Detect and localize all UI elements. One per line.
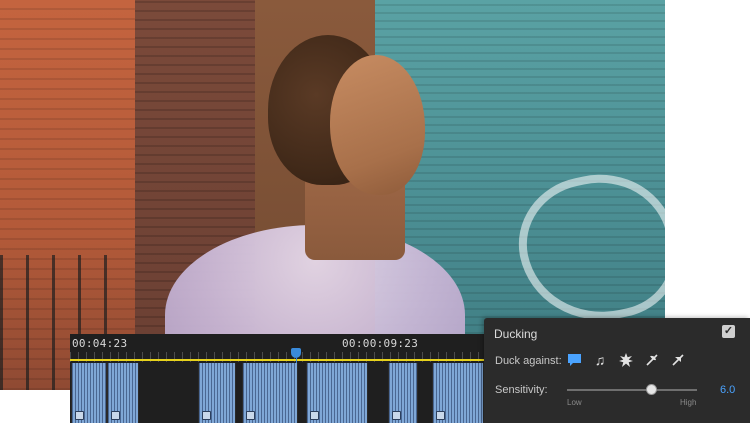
fx-badge-icon	[436, 411, 445, 420]
ducking-enable-checkbox[interactable]: ✓	[722, 325, 735, 338]
fx-badge-icon	[246, 411, 255, 420]
ambience-icon[interactable]	[643, 351, 661, 369]
audio-clip[interactable]	[198, 363, 236, 423]
audio-timeline[interactable]: 00:04:23 00:00:09:23	[70, 334, 484, 423]
sensitivity-high-label: High	[680, 398, 697, 407]
playhead-handle[interactable]	[291, 348, 301, 358]
sensitivity-slider-track[interactable]	[567, 389, 697, 391]
ducking-panel: Ducking ✓ Duck against: ♫ Sensitivity: 6…	[484, 318, 750, 423]
fx-badge-icon	[202, 411, 211, 420]
audio-clip[interactable]	[306, 363, 368, 423]
person-face	[330, 55, 425, 195]
sensitivity-label: Sensitivity:	[495, 384, 548, 396]
work-area-bar[interactable]	[70, 359, 484, 361]
duck-against-label: Duck against:	[495, 355, 562, 367]
fx-badge-icon	[111, 411, 120, 420]
fx-badge-icon	[75, 411, 84, 420]
audio-clip[interactable]	[107, 363, 139, 423]
sensitivity-value[interactable]: 6.0	[720, 384, 735, 396]
sensitivity-slider-thumb[interactable]	[646, 384, 657, 395]
music-icon[interactable]: ♫	[591, 351, 609, 369]
panel-title: Ducking	[494, 327, 538, 341]
fx-badge-icon	[310, 411, 319, 420]
audio-clip[interactable]	[71, 363, 107, 423]
fx-badge-icon	[392, 411, 401, 420]
timecode-left: 00:04:23	[72, 337, 128, 350]
unclassified-icon[interactable]	[669, 351, 687, 369]
audio-clip[interactable]	[432, 363, 484, 423]
sfx-icon[interactable]	[617, 351, 635, 369]
audio-clip[interactable]	[388, 363, 418, 423]
sensitivity-low-label: Low	[567, 398, 582, 407]
dialogue-icon[interactable]	[565, 351, 583, 369]
audio-clip[interactable]	[242, 363, 298, 423]
timecode-right: 00:00:09:23	[342, 337, 419, 350]
